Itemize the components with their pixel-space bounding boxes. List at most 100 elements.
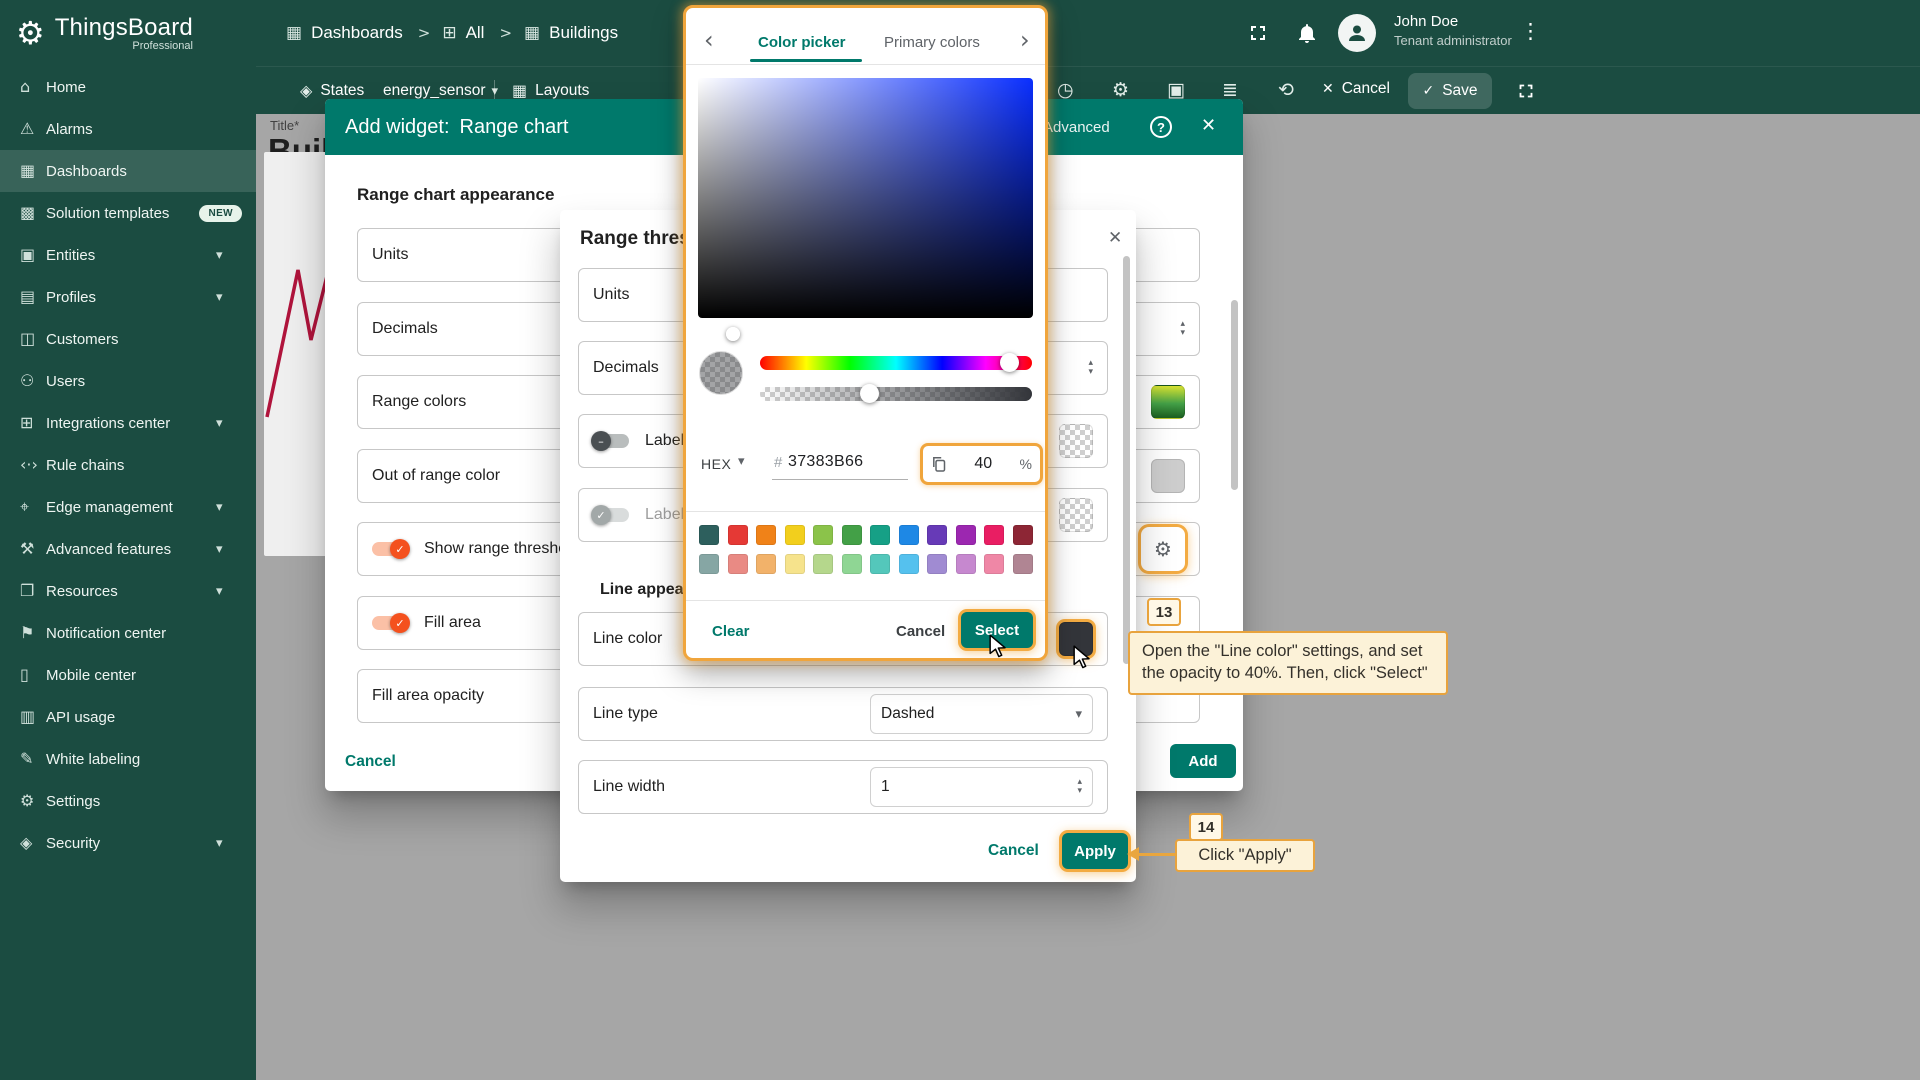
palette-swatch-2-8[interactable] (927, 554, 947, 574)
tab-primary-colors[interactable]: Primary colors (884, 34, 980, 51)
palette-swatch-2-3[interactable] (785, 554, 805, 574)
palette-swatch-1-2[interactable] (756, 525, 776, 545)
hue-knob[interactable] (1000, 353, 1019, 372)
sidebar-item-mobile-center[interactable]: ▯ Mobile center ▾ (0, 654, 256, 696)
alpha-knob[interactable] (860, 384, 879, 403)
saturation-area[interactable] (698, 78, 1033, 318)
sidebar-item-resources[interactable]: ❐ Resources ▾ (0, 570, 256, 612)
brand-logo[interactable]: ⚙ ThingsBoard Professional (0, 0, 256, 66)
chevron-right-icon[interactable]: › (1020, 28, 1030, 52)
palette-swatch-2-5[interactable] (842, 554, 862, 574)
line-width-input[interactable]: 1 ▴ ▾ (870, 767, 1093, 807)
threshold-dialog-scrollbar[interactable] (1123, 256, 1130, 664)
threshold-settings-gear-button[interactable]: ⚙ (1141, 527, 1185, 571)
stepper-down-icon[interactable]: ▾ (1077, 787, 1082, 796)
sidebar-item-security[interactable]: ◈ Security ▾ (0, 822, 256, 864)
palette-swatch-1-4[interactable] (813, 525, 833, 545)
palette-swatch-2-10[interactable] (984, 554, 1004, 574)
sidebar-item-advanced-features[interactable]: ⚒ Advanced features ▾ (0, 528, 256, 570)
breadcrumb-buildings[interactable]: > ▦ Buildings (496, 23, 618, 43)
hex-mode-chevron-icon[interactable]: ▾ (738, 455, 745, 468)
threshold-apply-button[interactable]: Apply (1062, 833, 1128, 869)
tab-color-picker[interactable]: Color picker (758, 34, 846, 51)
palette-swatch-1-11[interactable] (1013, 525, 1033, 545)
sidebar-item-rule-chains[interactable]: ‹·› Rule chains ▾ (0, 444, 256, 486)
sidebar-item-white-labeling[interactable]: ✎ White labeling ▾ (0, 738, 256, 780)
palette-swatch-2-4[interactable] (813, 554, 833, 574)
sidebar-item-api-usage[interactable]: ▥ API usage ▾ (0, 696, 256, 738)
range-colors-preview-swatch[interactable] (1151, 385, 1185, 419)
sidebar-item-alarms[interactable]: ⚠ Alarms ▾ (0, 108, 256, 150)
decimals-stepper[interactable]: ▴ ▾ (1180, 320, 1185, 339)
label-color-swatch[interactable] (1059, 424, 1093, 458)
hex-value-input[interactable]: 37383B66 (788, 453, 863, 471)
avatar[interactable] (1338, 14, 1376, 52)
line-type-select[interactable]: Dashed ▾ (870, 694, 1093, 734)
palette-swatch-1-0[interactable] (699, 525, 719, 545)
palette-swatch-1-5[interactable] (842, 525, 862, 545)
palette-swatch-2-6[interactable] (870, 554, 890, 574)
version-history-icon[interactable]: ⟲ (1278, 81, 1294, 100)
stepper-down-icon[interactable]: ▾ (1180, 329, 1185, 338)
sidebar-item-profiles[interactable]: ▤ Profiles ▾ (0, 276, 256, 318)
close-icon[interactable]: ✕ (1108, 230, 1122, 247)
stepper-down-icon[interactable]: ▾ (1088, 368, 1093, 377)
alpha-slider[interactable] (760, 387, 1032, 401)
clear-link[interactable]: Clear (712, 623, 750, 640)
show-range-threshold-toggle[interactable]: ✓ (372, 542, 408, 556)
sidebar-item-edge-management[interactable]: ⌖ Edge management ▾ (0, 486, 256, 528)
tab-advanced[interactable]: Advanced (1043, 119, 1110, 136)
widget-dialog-add-button[interactable]: Add (1170, 744, 1236, 778)
palette-swatch-1-10[interactable] (984, 525, 1004, 545)
palette-swatch-1-8[interactable] (927, 525, 947, 545)
threshold-decimals-stepper[interactable]: ▴ ▾ (1088, 359, 1093, 378)
palette-swatch-1-7[interactable] (899, 525, 919, 545)
dashboard-settings-gear-icon[interactable]: ⚙ (1112, 81, 1129, 100)
close-icon[interactable]: ✕ (1201, 117, 1216, 135)
palette-swatch-1-6[interactable] (870, 525, 890, 545)
breadcrumb-all[interactable]: > ⊞ All (415, 23, 485, 43)
hex-mode-label[interactable]: HEX (701, 456, 731, 472)
copy-icon[interactable] (931, 456, 947, 472)
widget-dialog-cancel-link[interactable]: Cancel (345, 753, 396, 771)
picker-cancel-link[interactable]: Cancel (896, 623, 945, 640)
opacity-input-group[interactable]: 40 % (920, 443, 1043, 485)
palette-swatch-2-0[interactable] (699, 554, 719, 574)
sidebar-item-customers[interactable]: ◫ Customers ▾ (0, 318, 256, 360)
sidebar-item-integrations-center[interactable]: ⊞ Integrations center ▾ (0, 402, 256, 444)
palette-swatch-2-9[interactable] (956, 554, 976, 574)
fullscreen-icon[interactable] (1246, 21, 1270, 45)
sidebar-item-settings[interactable]: ⚙ Settings ▾ (0, 780, 256, 822)
filters-icon[interactable]: ≣ (1222, 81, 1238, 100)
palette-swatch-1-9[interactable] (956, 525, 976, 545)
breadcrumb-dashboards[interactable]: ▦ Dashboards (286, 23, 403, 43)
chevron-left-icon[interactable]: ‹ (704, 28, 714, 52)
palette-swatch-1-3[interactable] (785, 525, 805, 545)
palette-swatch-2-7[interactable] (899, 554, 919, 574)
entity-aliases-icon[interactable]: ▣ (1167, 81, 1185, 100)
kebab-menu-icon[interactable]: ⋮ (1520, 21, 1541, 42)
palette-swatch-2-11[interactable] (1013, 554, 1033, 574)
sidebar-item-notification-center[interactable]: ⚑ Notification center ▾ (0, 612, 256, 654)
opacity-value-input[interactable]: 40 (953, 455, 1014, 473)
sidebar-item-solution-templates[interactable]: ▩ Solution templates NEW ▾ (0, 192, 256, 234)
notifications-bell-icon[interactable] (1295, 21, 1319, 45)
saturation-knob[interactable] (726, 327, 740, 341)
sidebar-item-home[interactable]: ⌂ Home ▾ (0, 66, 256, 108)
fill-area-toggle[interactable]: ✓ (372, 616, 408, 630)
line-width-stepper[interactable]: ▴ ▾ (1077, 778, 1082, 797)
sidebar-item-users[interactable]: ⚇ Users ▾ (0, 360, 256, 402)
palette-swatch-2-1[interactable] (728, 554, 748, 574)
threshold-cancel-link[interactable]: Cancel (988, 842, 1039, 860)
help-icon[interactable]: ? (1150, 116, 1172, 138)
cancel-edit-button[interactable]: ✕ Cancel (1322, 80, 1390, 98)
sidebar-item-entities[interactable]: ▣ Entities ▾ (0, 234, 256, 276)
label-toggle[interactable]: – (593, 434, 629, 448)
sidebar-item-dashboards[interactable]: ▦ Dashboards ▾ (0, 150, 256, 192)
user-info[interactable]: John Doe Tenant administrator (1394, 13, 1512, 48)
expand-dashboard-icon[interactable] (1515, 80, 1537, 102)
hue-slider[interactable] (760, 356, 1032, 370)
time-window-icon[interactable]: ◷ (1057, 81, 1074, 100)
save-button[interactable]: ✓ Save (1408, 73, 1492, 109)
palette-swatch-2-2[interactable] (756, 554, 776, 574)
